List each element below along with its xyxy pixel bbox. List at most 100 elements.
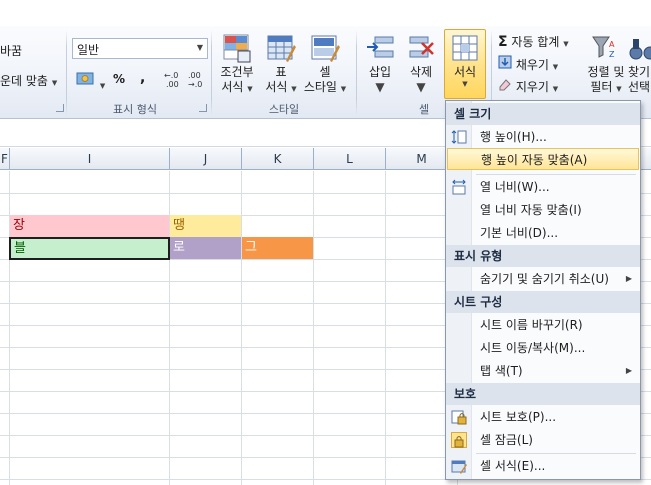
sort-filter-button[interactable]: AZ 정렬 및 필터 ▼ — [583, 33, 629, 97]
cell-j12[interactable]: 땡 — [170, 215, 241, 237]
accounting-format-button[interactable]: ▼ — [76, 70, 105, 91]
menu-item-label: 셀 서식(E)... — [480, 459, 546, 473]
chevron-down-icon: ▼ — [552, 85, 559, 93]
svg-text:→.0: →.0 — [188, 80, 202, 88]
number-format-combo[interactable]: 일반 ▼ — [72, 38, 208, 59]
format-as-table-icon — [266, 33, 296, 63]
clear-button[interactable]: 지우기 ▼ — [498, 77, 558, 95]
menu-item-move-copy-sheet[interactable]: 시트 이동/복사(M)... — [446, 337, 640, 359]
conditional-formatting-label-2: 서식 ▼ — [221, 80, 253, 94]
menu-section-visibility: 표시 유형 — [446, 245, 640, 267]
sort-filter-label-2: 필터 ▼ — [590, 80, 622, 94]
find-label-2: 선택 — [628, 80, 651, 94]
cell-styles-button[interactable]: 셀 스타일 ▼ — [301, 33, 349, 97]
insert-cells-button[interactable]: 삽입 ▼ — [362, 33, 398, 95]
svg-text:Z: Z — [609, 50, 615, 59]
comma-style-button[interactable]: , — [140, 70, 145, 86]
delete-label: 삭제 — [409, 65, 433, 79]
menu-item-label: 탭 색(T) — [480, 364, 523, 378]
conditional-formatting-label-1: 조건부 — [220, 65, 254, 79]
column-header-l[interactable]: L — [314, 148, 386, 170]
column-header-i[interactable]: I — [10, 148, 170, 170]
increase-decimal-icon: ←.0.00 — [164, 71, 179, 89]
column-header-j[interactable]: J — [170, 148, 242, 170]
menu-section-organize-sheets: 시트 구성 — [446, 291, 640, 313]
menu-item-lock-cell[interactable]: 셀 잠금(L) — [446, 429, 640, 451]
currency-icon — [76, 72, 94, 85]
lock-icon — [451, 432, 467, 448]
menu-item-column-width[interactable]: 열 너비(W)... — [446, 176, 640, 198]
menu-section-cell-size: 셀 크기 — [446, 103, 640, 125]
format-cells-dropdown-button[interactable]: 서식 ▼ — [444, 29, 486, 99]
group-separator — [66, 30, 67, 116]
number-dialog-launcher-icon[interactable] — [199, 104, 207, 112]
menu-item-label: 시트 이동/복사(M)... — [480, 341, 586, 355]
sigma-icon: Σ — [498, 34, 508, 50]
cell-i12[interactable]: 장 — [10, 215, 169, 237]
menu-item-autofit-row-height[interactable]: 행 높이 자동 맞춤(A) — [447, 148, 639, 170]
format-cells-icon — [450, 33, 480, 63]
cell-j13[interactable]: 로 — [170, 237, 241, 259]
menu-item-protect-sheet[interactable]: 시트 보호(P)... — [446, 406, 640, 428]
chevron-down-icon: ▼ — [462, 80, 468, 88]
format-as-table-button[interactable]: 표 서식 ▼ — [262, 33, 300, 97]
menu-item-label: 열 너비(W)... — [480, 180, 550, 194]
cell-k13[interactable]: 그 — [242, 237, 313, 259]
menu-item-format-cells[interactable]: 셀 서식(E)... — [446, 455, 640, 477]
format-as-table-label-1: 표 — [275, 65, 287, 79]
decrease-decimal-icon: .00→.0 — [188, 71, 202, 89]
wrap-text-button[interactable]: 바꿈 — [0, 42, 22, 59]
menu-item-label: 숨기기 및 숨기기 취소(U) — [480, 272, 609, 286]
menu-item-label: 행 높이(H)... — [480, 130, 547, 144]
chevron-down-icon: ▼ — [416, 80, 426, 94]
autosum-button[interactable]: Σ 자동 합계 ▼ — [498, 33, 569, 50]
conditional-formatting-button[interactable]: 조건부 서식 ▼ — [216, 33, 258, 97]
increase-decimal-button[interactable]: ←.0.00 — [164, 70, 186, 91]
cell-i13-selected[interactable]: 블 — [9, 237, 170, 260]
menu-item-label: 시트 이름 바꾸기(R) — [480, 318, 583, 332]
decrease-decimal-button[interactable]: .00 →.0 — [188, 70, 210, 91]
sort-filter-icon: AZ — [591, 33, 621, 63]
row-height-icon — [451, 129, 467, 145]
chevron-down-icon: ▼ — [99, 82, 106, 90]
cell-styles-label-1: 셀 — [319, 65, 331, 79]
styles-group-label: 스타일 — [268, 103, 300, 116]
fill-button[interactable]: 채우기 ▼ — [498, 55, 558, 73]
menu-item-default-width[interactable]: 기본 너비(D)... — [446, 222, 640, 244]
menu-item-rename-sheet[interactable]: 시트 이름 바꾸기(R) — [446, 314, 640, 336]
column-header-f[interactable]: F — [0, 148, 10, 170]
format-label: 서식 — [453, 65, 477, 79]
cell-styles-icon — [310, 33, 340, 63]
fill-label: 채우기 — [515, 58, 549, 72]
percent-style-button[interactable]: % — [113, 72, 125, 86]
delete-cells-button[interactable]: 삭제 ▼ — [403, 33, 439, 95]
group-separator — [211, 30, 212, 116]
merge-center-label: 운데 맞춤 — [0, 74, 48, 88]
chevron-down-icon: ▼ — [552, 63, 559, 71]
eraser-icon — [499, 79, 511, 91]
column-header-k[interactable]: K — [242, 148, 314, 170]
lock-sheet-icon — [451, 409, 467, 425]
menu-item-row-height[interactable]: 행 높이(H)... — [446, 126, 640, 148]
menu-item-tab-color[interactable]: 탭 색(T) ▶ — [446, 360, 640, 382]
chevron-down-icon: ▼ — [375, 80, 385, 94]
column-width-icon — [451, 179, 467, 195]
menu-item-label: 셀 잠금(L) — [480, 433, 533, 447]
format-cells-menu-icon — [451, 458, 467, 474]
alignment-dialog-launcher-icon[interactable] — [56, 104, 64, 112]
submenu-arrow-icon: ▶ — [625, 366, 632, 375]
find-select-button[interactable]: 찾기 선택 — [628, 33, 651, 95]
ribbon-tab-strip — [0, 0, 651, 26]
format-dropdown-menu: 셀 크기 행 높이(H)... 행 높이 자동 맞춤(A) 열 너비(W)...… — [445, 100, 641, 480]
chevron-down-icon: ▼ — [51, 79, 58, 87]
merge-center-button[interactable]: 운데 맞춤 ▼ — [0, 72, 57, 89]
find-label-1: 찾기 — [628, 65, 651, 79]
menu-item-label: 행 높이 자동 맞춤(A) — [481, 153, 588, 167]
svg-text:.00: .00 — [166, 80, 179, 88]
menu-item-label: 시트 보호(P)... — [480, 410, 557, 424]
submenu-arrow-icon: ▶ — [625, 274, 632, 283]
cells-group-label: 셀 — [418, 103, 430, 116]
menu-item-hide-unhide[interactable]: 숨기기 및 숨기기 취소(U) ▶ — [446, 268, 640, 290]
chevron-down-icon: ▼ — [196, 43, 203, 52]
menu-item-autofit-column-width[interactable]: 열 너비 자동 맞춤(I) — [446, 199, 640, 221]
